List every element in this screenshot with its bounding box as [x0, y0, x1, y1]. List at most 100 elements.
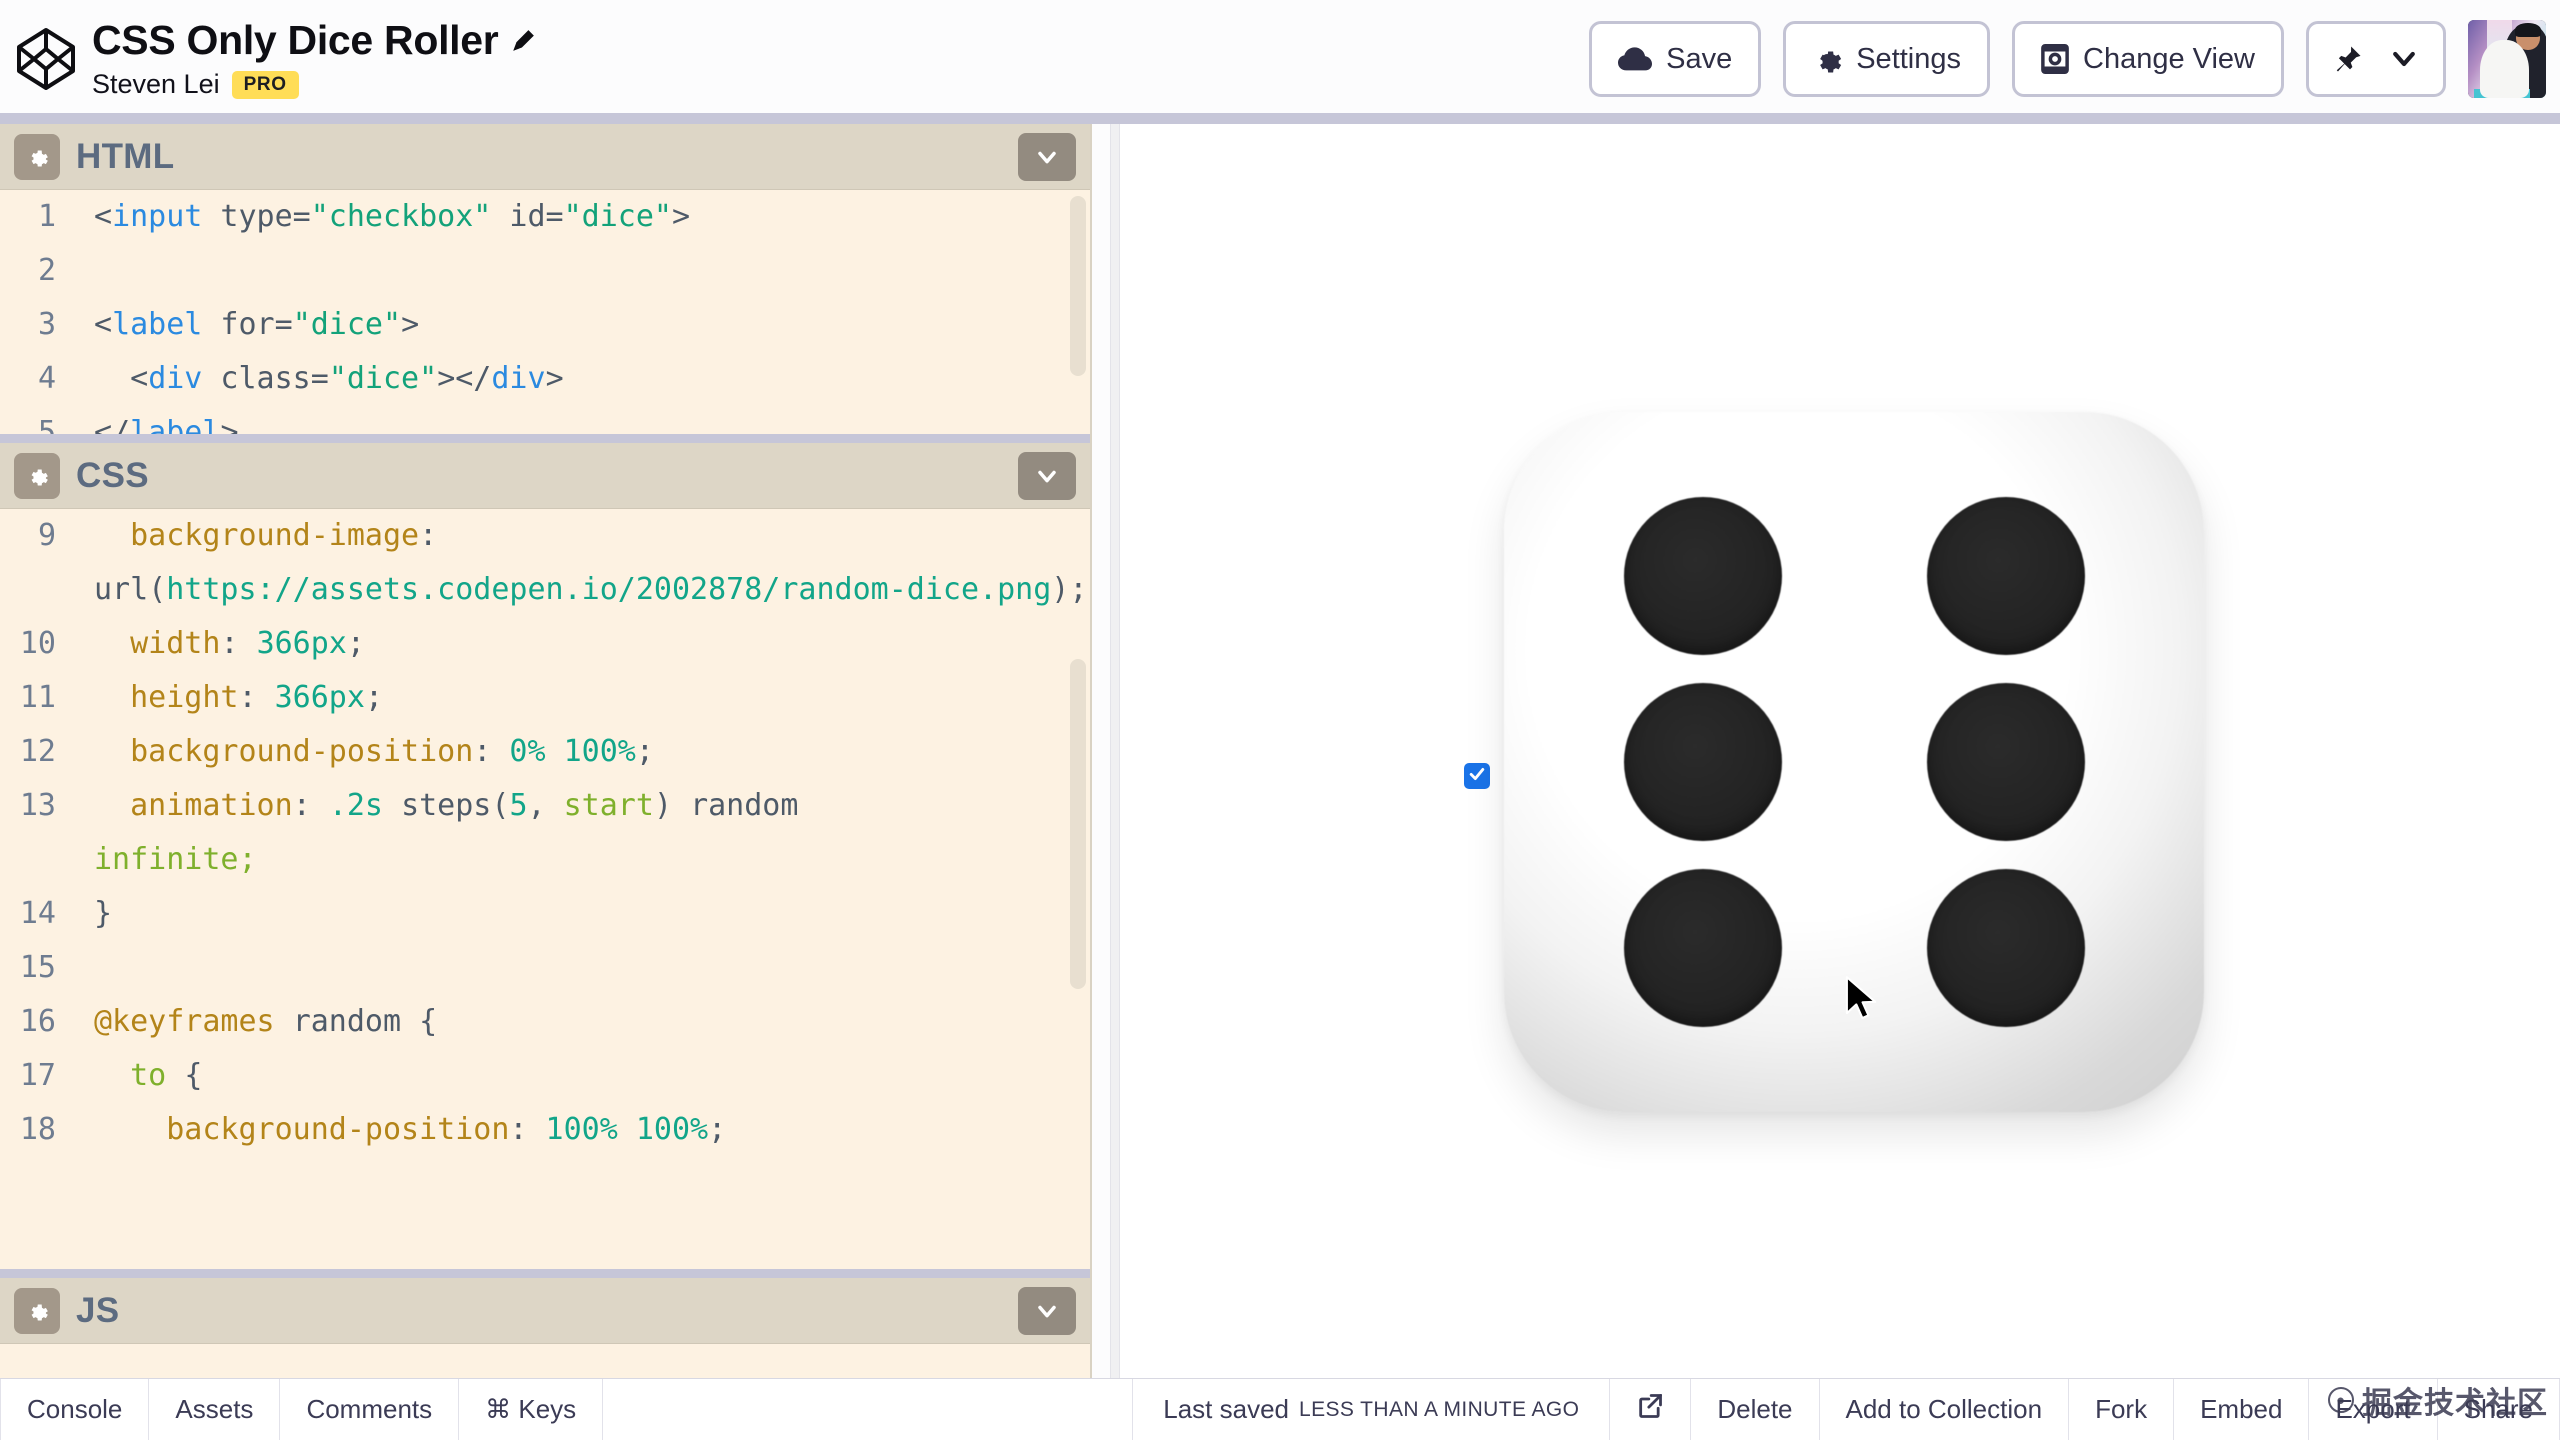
code-content[interactable]: background-image: url(https://assets.cod…	[62, 509, 1087, 617]
code-line: 10 width: 366px;	[0, 617, 1090, 671]
open-external-button[interactable]	[1610, 1379, 1692, 1440]
pencil-edit-icon[interactable]	[510, 28, 536, 54]
gear-icon[interactable]	[14, 1287, 60, 1334]
code-token: 366px	[256, 626, 347, 661]
export-button[interactable]: Export	[2309, 1379, 2438, 1440]
dice-pip	[1926, 683, 2085, 841]
footer-tab-assets[interactable]: Assets	[149, 1379, 281, 1440]
code-token: }	[94, 896, 113, 931]
line-number: 9	[37, 518, 56, 553]
author-name[interactable]: Steven Lei	[92, 69, 220, 100]
code-content[interactable]: }	[62, 887, 112, 941]
code-line: 15	[0, 941, 1090, 995]
line-number: 4	[37, 361, 56, 396]
line-number: 5	[37, 415, 56, 434]
settings-button[interactable]: Settings	[1783, 21, 1991, 97]
panel-header-html[interactable]: HTML	[0, 124, 1090, 190]
panel-splitter[interactable]	[1110, 124, 1120, 1412]
code-line: 13 animation: .2s steps(5, start) random…	[0, 779, 1090, 887]
add-to-collection-button[interactable]: Add to Collection	[1820, 1379, 2070, 1440]
gear-icon[interactable]	[14, 452, 60, 499]
settings-label: Settings	[1856, 42, 1962, 75]
code-token: div	[491, 361, 546, 396]
code-token: label	[112, 307, 203, 342]
author-row: Steven Lei PRO	[92, 69, 536, 100]
code-token: :	[419, 518, 438, 553]
code-content[interactable]: <label for="dice">	[62, 298, 419, 352]
line-number: 10	[19, 626, 56, 661]
panel-title-js: JS	[76, 1290, 120, 1330]
pin-dropdown-button[interactable]	[2306, 21, 2446, 97]
code-content[interactable]: height: 366px;	[62, 671, 383, 725]
change-view-label: Change View	[2083, 42, 2255, 75]
footer-tab-comments[interactable]: Comments	[280, 1379, 460, 1440]
code-content[interactable]: <input type="checkbox" id="dice">	[62, 190, 690, 244]
embed-button[interactable]: Embed	[2174, 1379, 2310, 1440]
line-number: 11	[19, 680, 56, 715]
code-line: 11 height: 366px;	[0, 671, 1090, 725]
last-saved-label: Last saved	[1163, 1394, 1290, 1424]
code-token: random	[690, 788, 799, 823]
footer-tab-keys[interactable]: ⌘ Keys	[459, 1379, 604, 1440]
collapse-html-button[interactable]	[1018, 132, 1076, 181]
code-line: 1 <input type="checkbox" id="dice">	[0, 190, 1090, 244]
collapse-js-button[interactable]	[1018, 1286, 1076, 1335]
codepen-logo-icon[interactable]	[14, 27, 78, 91]
dice-checkbox[interactable]	[1464, 763, 1490, 789]
delete-button[interactable]: Delete	[1691, 1379, 1820, 1440]
code-token: background-position	[130, 734, 474, 769]
code-token: url(	[94, 572, 167, 607]
code-token: <	[94, 199, 113, 234]
code-token: "dice"	[292, 307, 402, 342]
code-content[interactable]: to {	[62, 1049, 202, 1103]
code-token: class=	[202, 361, 329, 396]
pro-badge: PRO	[231, 70, 299, 99]
line-number: 1	[37, 199, 56, 234]
code-token: infinite;	[94, 842, 257, 877]
code-content[interactable]: background-position: 100% 100%;	[62, 1103, 726, 1157]
footer-spacer	[603, 1379, 1134, 1440]
code-line: 12 background-position: 0% 100%;	[0, 725, 1090, 779]
share-button[interactable]: Share	[2438, 1379, 2560, 1440]
dice-pip	[1623, 683, 1782, 841]
avatar[interactable]	[2468, 20, 2546, 98]
code-content[interactable]: </label>	[62, 406, 239, 434]
code-token: div	[148, 361, 203, 396]
code-token: 366px	[274, 680, 365, 715]
code-content[interactable]: background-position: 0% 100%;	[62, 725, 654, 779]
gear-icon[interactable]	[14, 133, 60, 180]
code-content[interactable]: width: 366px;	[62, 617, 365, 671]
code-content[interactable]: animation: .2s steps(5, start) random in…	[62, 779, 798, 887]
html-code-area[interactable]: 1 <input type="checkbox" id="dice"> 2 3 …	[0, 190, 1090, 434]
code-token: random	[292, 1004, 402, 1039]
save-button[interactable]: Save	[1589, 21, 1762, 97]
line-number: 15	[19, 950, 56, 985]
code-token: start	[563, 788, 654, 823]
line-number: 16	[19, 1004, 56, 1039]
fork-button[interactable]: Fork	[2069, 1379, 2175, 1440]
html-scrollbar[interactable]	[1070, 196, 1086, 376]
collapse-css-button[interactable]	[1018, 451, 1076, 500]
panel-header-js[interactable]: JS	[0, 1269, 1090, 1344]
code-token: >	[672, 199, 691, 234]
cloud-save-icon	[1618, 46, 1653, 72]
gear-icon	[1812, 44, 1842, 74]
panel-header-css[interactable]: CSS	[0, 434, 1090, 509]
code-token: background-image	[130, 518, 420, 553]
code-token: .2s	[328, 788, 383, 823]
dice-pip	[1926, 869, 2085, 1027]
code-content[interactable]: <div class="dice"></div>	[62, 352, 564, 406]
css-scrollbar[interactable]	[1070, 659, 1086, 989]
change-view-button[interactable]: Change View	[2012, 21, 2284, 97]
code-token: >	[401, 307, 420, 342]
code-token: animation	[130, 788, 293, 823]
footer-tab-console[interactable]: Console	[0, 1379, 150, 1440]
code-token: background-position	[166, 1112, 510, 1147]
line-number: 2	[37, 253, 56, 288]
code-token: 100% 100%	[545, 1112, 709, 1147]
mouse-cursor-icon	[1845, 975, 1879, 1021]
line-number: 12	[19, 734, 56, 769]
code-line: 9 background-image: url(https://assets.c…	[0, 509, 1090, 617]
css-code-area[interactable]: 9 background-image: url(https://assets.c…	[0, 509, 1090, 1269]
code-content[interactable]: @keyframes random {	[62, 995, 437, 1049]
